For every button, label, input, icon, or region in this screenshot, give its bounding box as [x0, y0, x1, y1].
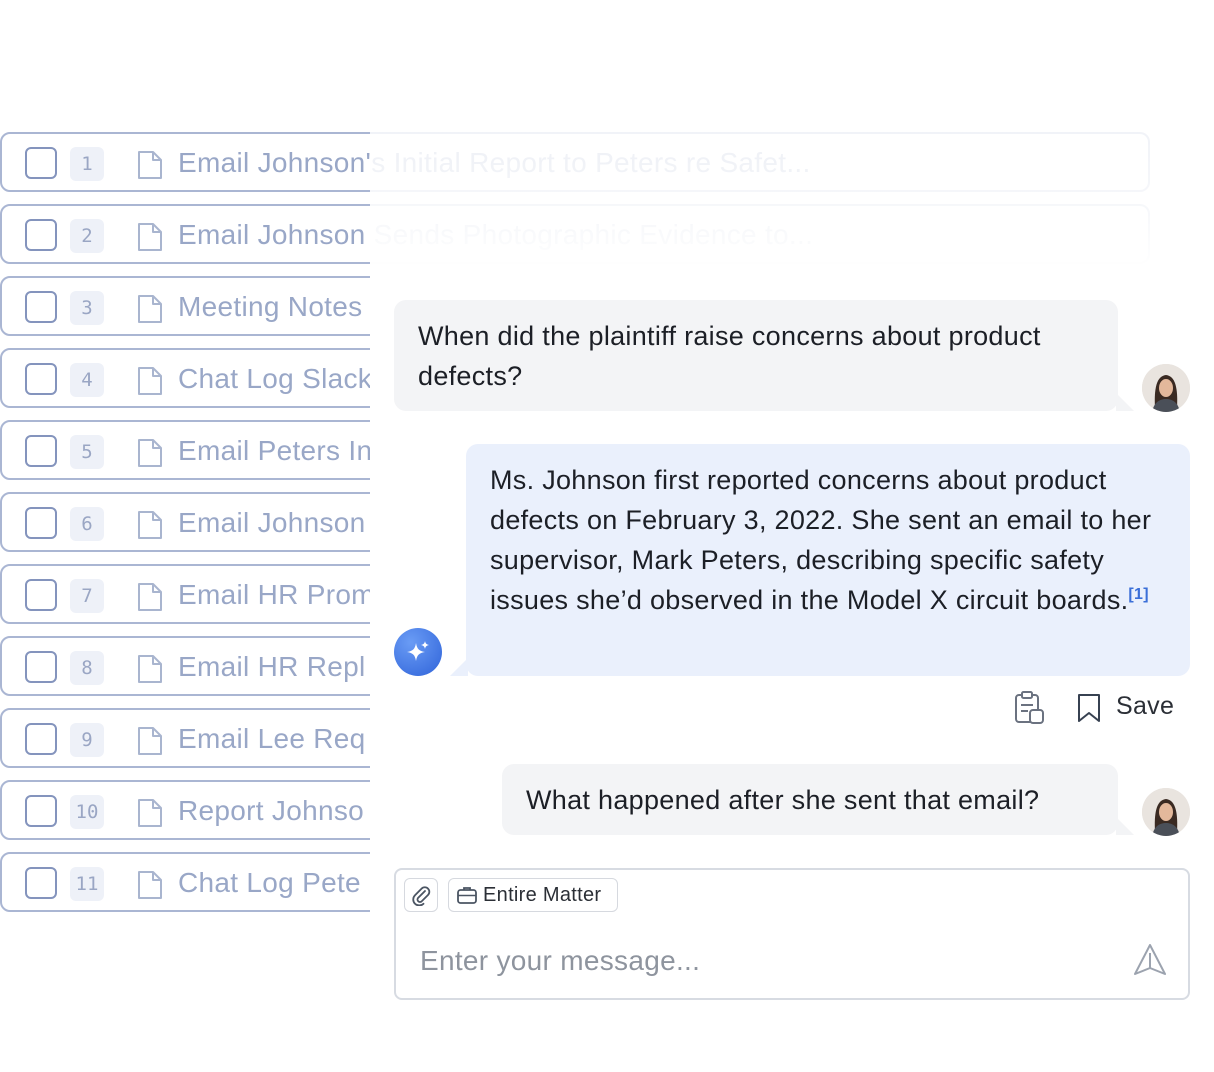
user-avatar: [1142, 788, 1190, 836]
document-number: 10: [70, 795, 104, 829]
file-icon: [138, 511, 162, 539]
document-checkbox[interactable]: [25, 435, 57, 467]
document-row[interactable]: 9 Email Lee Req: [0, 708, 1150, 768]
document-checkbox[interactable]: [25, 291, 57, 323]
file-icon: [138, 367, 162, 395]
assistant-message: Ms. Johnson first reported concerns abou…: [450, 444, 1190, 676]
message-input[interactable]: [418, 938, 1122, 984]
document-title[interactable]: Report Johnso: [178, 794, 364, 828]
document-title[interactable]: Email HR Prom: [178, 578, 375, 612]
bookmark-icon[interactable]: [1076, 692, 1102, 724]
document-checkbox[interactable]: [25, 795, 57, 827]
file-icon: [138, 655, 162, 683]
document-checkbox[interactable]: [25, 507, 57, 539]
document-title[interactable]: Email Johnson's Initial Report to Peters…: [178, 146, 811, 180]
document-number: 8: [70, 651, 104, 685]
file-icon: [138, 295, 162, 323]
file-icon: [138, 727, 162, 755]
document-checkbox[interactable]: [25, 147, 57, 179]
user-message: What happened after she sent that email?: [502, 764, 1134, 835]
file-icon: [138, 439, 162, 467]
scope-selector[interactable]: Entire Matter: [448, 878, 618, 912]
document-number: 2: [70, 219, 104, 253]
document-number: 3: [70, 291, 104, 325]
briefcase-icon: [457, 887, 477, 904]
user-avatar: [1142, 364, 1190, 412]
document-checkbox[interactable]: [25, 723, 57, 755]
document-number: 5: [70, 435, 104, 469]
file-icon: [138, 223, 162, 251]
document-title[interactable]: Email Lee Req: [178, 722, 366, 756]
file-icon: [138, 799, 162, 827]
user-message-text: What happened after she sent that email?: [526, 785, 1040, 815]
document-number: 7: [70, 579, 104, 613]
send-icon[interactable]: [1132, 942, 1168, 978]
file-icon: [138, 871, 162, 899]
citation-link[interactable]: [1]: [1128, 586, 1148, 603]
document-number: 11: [70, 867, 104, 901]
attach-button[interactable]: [404, 878, 438, 912]
file-icon: [138, 151, 162, 179]
document-checkbox[interactable]: [25, 219, 57, 251]
document-number: 4: [70, 363, 104, 397]
document-checkbox[interactable]: [25, 651, 57, 683]
scope-label: Entire Matter: [483, 884, 602, 906]
document-row[interactable]: 2 Email Johnson Sends Photographic Evide…: [0, 204, 1150, 264]
document-number: 1: [70, 147, 104, 181]
document-checkbox[interactable]: [25, 579, 57, 611]
user-message-text: When did the plaintiff raise concerns ab…: [418, 321, 1041, 391]
paperclip-icon: [412, 886, 431, 906]
file-icon: [138, 583, 162, 611]
clipboard-icon[interactable]: [1012, 690, 1046, 726]
sparkle-icon: [394, 628, 442, 676]
user-message: When did the plaintiff raise concerns ab…: [394, 300, 1134, 411]
document-title[interactable]: Email Peters In: [178, 434, 372, 468]
save-button[interactable]: Save: [1116, 692, 1174, 721]
document-title[interactable]: Email HR Repl: [178, 650, 366, 684]
document-title[interactable]: Email Johnson: [178, 506, 366, 540]
document-title[interactable]: Chat Log Slack: [178, 362, 372, 396]
message-composer: Entire Matter: [394, 868, 1190, 1000]
document-checkbox[interactable]: [25, 867, 57, 899]
document-number: 6: [70, 507, 104, 541]
assistant-message-text: Ms. Johnson first reported concerns abou…: [490, 465, 1152, 615]
document-checkbox[interactable]: [25, 363, 57, 395]
document-row[interactable]: 1 Email Johnson's Initial Report to Pete…: [0, 132, 1150, 192]
document-number: 9: [70, 723, 104, 757]
document-title[interactable]: Email Johnson Sends Photographic Evidenc…: [178, 218, 813, 252]
document-title[interactable]: Meeting Notes: [178, 290, 362, 324]
document-title[interactable]: Chat Log Pete: [178, 866, 361, 900]
